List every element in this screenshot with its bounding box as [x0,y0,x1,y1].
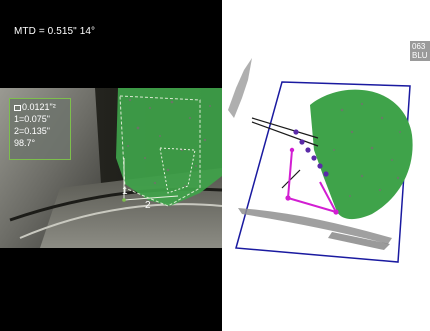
corner-tag-line-1: 063 [412,42,426,51]
mtd-readout: MTD = 0.515" 14° [14,26,96,37]
cloud-wisp-upper [228,58,252,118]
leader-line-1 [251,117,319,139]
corner-tag: 063 BLU [410,41,430,61]
marker-1: 1 [122,186,128,197]
leader-line-2 [251,121,319,147]
magenta-point-c [289,147,295,153]
magenta-point-b [333,209,339,215]
magenta-point-a [285,195,291,201]
measurement-readout: 0.0121"² 1=0.075" 2=0.135" 98.7° [9,98,71,160]
area-row: 0.0121"² [14,101,70,113]
camera-pane: MTD = 0.515" 14° 0.0121"² 1=0.075" 2=0.1… [0,0,222,331]
point-cloud-svg [228,58,413,263]
marker-2: 2 [145,200,151,211]
length-1-value: 1=0.075" [14,114,50,124]
inspection-screen: MTD = 0.515" 14° 0.0121"² 1=0.075" 2=0.1… [0,0,430,331]
measure-point-a [122,198,126,202]
point-cloud-pane[interactable]: 063 BLU [222,0,430,331]
percent-value: 98.7° [14,138,36,148]
corner-tag-line-2: BLU [412,51,428,60]
area-icon [14,105,21,111]
area-value: 0.0121"² [22,102,56,112]
green-surface [310,89,413,220]
length-2-value: 2=0.135" [14,126,50,136]
